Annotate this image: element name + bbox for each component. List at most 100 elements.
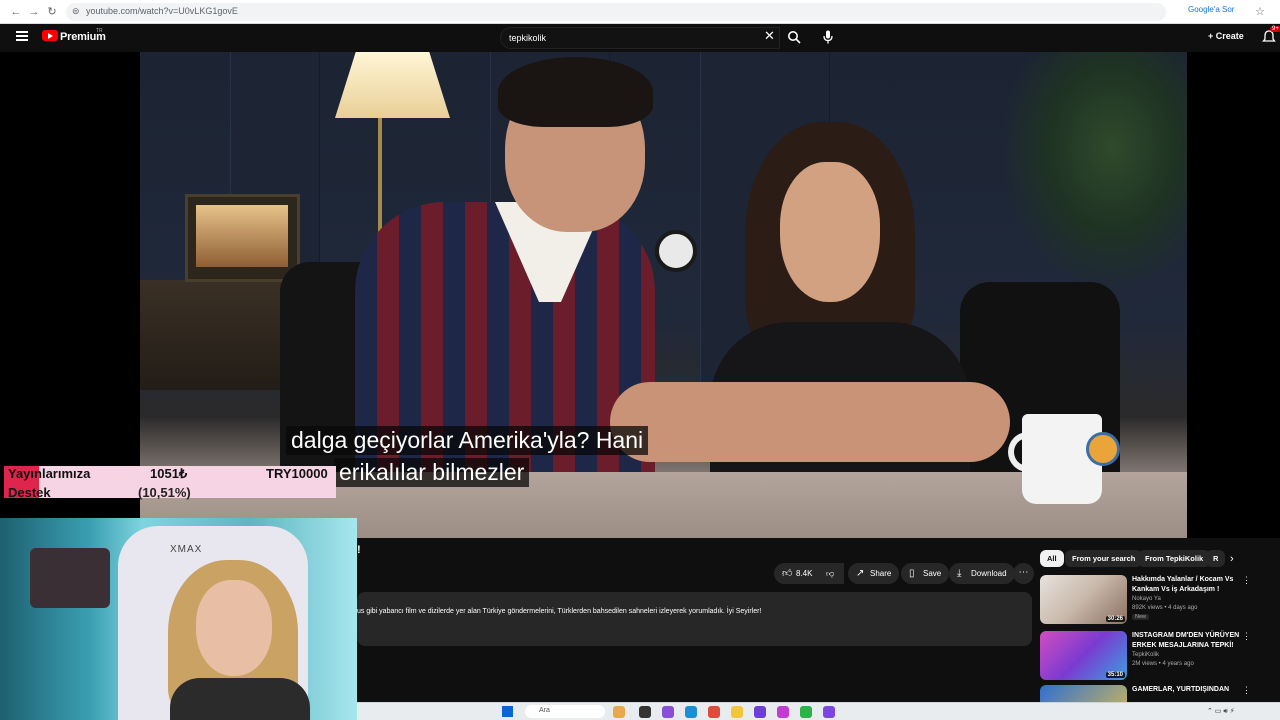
search-input[interactable]: tepkikolik: [500, 27, 780, 49]
new-badge: New: [1132, 614, 1150, 620]
youtube-header: Premium TR tepkikolik ✕ + Create 9+: [0, 24, 1280, 52]
goal-target: TRY10000: [266, 466, 328, 481]
chip-more[interactable]: R: [1206, 550, 1226, 567]
plant: [1000, 52, 1187, 292]
chrome-icon[interactable]: [708, 706, 720, 718]
reload-icon[interactable]: ↻: [44, 4, 60, 20]
goal-percent: (10,51%): [138, 485, 191, 500]
save-label: Save: [923, 569, 942, 578]
share-label: Share: [870, 569, 892, 578]
shelf: [140, 280, 300, 390]
subtitle-line-2: erikalılar bilmezler: [334, 458, 530, 487]
taskbar-app-icon[interactable]: [754, 706, 766, 718]
back-icon[interactable]: ←: [8, 4, 24, 20]
filter-chips: All From your search From TepkiKolik R: [1040, 550, 1280, 568]
dislike-button[interactable]: 👎︎: [820, 563, 844, 584]
channel-name[interactable]: Nokayo Ya: [1132, 596, 1161, 602]
person-hair: [498, 57, 653, 127]
youtube-logo-icon[interactable]: [42, 30, 58, 41]
taskbar-search-placeholder: Ara: [539, 707, 550, 714]
person-face: [780, 162, 880, 302]
clear-search-icon[interactable]: ✕: [764, 29, 775, 43]
url-text: youtube.com/watch?v=U0vLKG1govE: [86, 6, 238, 16]
search-query: tepkikolik: [509, 33, 547, 43]
goal-label-line-1: Yayınlarımıza: [8, 466, 91, 481]
taskbar-app-icon[interactable]: [777, 706, 789, 718]
video-title[interactable]: GAMERLAR, YURTDIŞINDAN: [1132, 685, 1250, 695]
room-furniture: [30, 548, 110, 608]
subtitle-line-1: dalga geçiyorlar Amerika'yla? Hani: [286, 426, 649, 455]
video-meta: 2M views • 4 years ago: [1132, 661, 1194, 667]
thumbs-down-icon: 👎︎: [826, 569, 835, 578]
mug-logo: [1086, 432, 1120, 466]
file-explorer-icon[interactable]: [731, 706, 743, 718]
more-vert-icon[interactable]: ⋮: [1242, 575, 1251, 586]
more-vert-icon[interactable]: ⋮: [1242, 685, 1251, 696]
site-info-icon[interactable]: ⊜: [72, 6, 80, 17]
recommendation-item[interactable]: 30:26 Hakkımda Yalanlar / Kocam Vs Kanka…: [1040, 575, 1280, 627]
system-tray-icons[interactable]: ⌃ ▭ 🔊︎ ⚡︎: [1207, 707, 1235, 716]
download-label: Download: [971, 569, 1007, 578]
video-thumbnail[interactable]: 35:10: [1040, 631, 1127, 680]
bookmark-star-icon[interactable]: ☆: [1252, 4, 1268, 20]
browser-toolbar: ← → ↻ ⊜ youtube.com/watch?v=U0vLKG1govE …: [0, 0, 1280, 24]
video-title[interactable]: Hakkımda Yalanlar / Kocam Vs Kankam Vs i…: [1132, 575, 1250, 595]
address-bar[interactable]: ⊜ youtube.com/watch?v=U0vLKG1govE: [66, 3, 1166, 21]
taskbar-app-icon[interactable]: [662, 706, 674, 718]
more-vert-icon[interactable]: ⋮: [1242, 631, 1251, 642]
taskbar-search-input[interactable]: Ara: [525, 705, 605, 718]
video-duration: 30:26: [1105, 616, 1125, 622]
video-thumbnail[interactable]: 30:26: [1040, 575, 1127, 624]
channel-name[interactable]: TepkiKolik: [1132, 652, 1159, 658]
taskbar-app-icon[interactable]: [613, 706, 625, 718]
video-meta: 892K views • 4 days ago: [1132, 605, 1198, 611]
taskbar-app-icon[interactable]: [639, 706, 651, 718]
goal-amount: 1051₺: [150, 466, 188, 481]
region-code: TR: [96, 28, 103, 34]
description-text: us gibi yabancı film ve dizilerde yer al…: [357, 608, 762, 615]
share-icon: ↗: [856, 568, 865, 579]
streamer-shirt: [170, 678, 310, 720]
chevron-right-icon[interactable]: ›: [1230, 553, 1234, 565]
create-label: Create: [1215, 31, 1244, 41]
chip-from-search[interactable]: From your search: [1065, 550, 1143, 567]
recommendation-item[interactable]: GAMERLAR, YURTDIŞINDAN ⋮: [1040, 685, 1280, 702]
forward-icon[interactable]: →: [26, 4, 42, 20]
download-button[interactable]: ⤓ Download: [949, 563, 1015, 584]
chair-brand-text: XMAX: [170, 544, 203, 555]
description-box[interactable]: us gibi yabancı film ve dizilerde yer al…: [357, 592, 1032, 646]
share-button[interactable]: ↗ Share: [848, 563, 900, 584]
edge-icon[interactable]: [685, 706, 697, 718]
streamer-face: [196, 580, 272, 676]
menu-icon[interactable]: [16, 31, 28, 41]
donation-goal-widget: Yayınlarımıza Destek 1051₺ (10,51%) TRY1…: [4, 466, 336, 500]
create-button[interactable]: + Create: [1208, 31, 1244, 41]
save-button[interactable]: ▯ Save: [901, 563, 950, 584]
taskbar-app-icon[interactable]: [800, 706, 812, 718]
like-count: 8.4K: [796, 569, 813, 578]
chip-from-channel[interactable]: From TepkiKolik: [1138, 550, 1211, 567]
more-actions-button[interactable]: ⋯: [1013, 563, 1034, 584]
microphone-icon[interactable]: [822, 30, 834, 44]
windows-start-icon[interactable]: [502, 706, 513, 717]
download-icon: ⤓: [957, 568, 962, 579]
thumbs-up-icon: 👍︎: [782, 568, 793, 579]
video-title[interactable]: INSTAGRAM DM'DEN YÜRÜYEN ERKEK MESAJLARI…: [1132, 631, 1250, 651]
picture-frame: [185, 194, 300, 282]
taskbar-app-icon[interactable]: [823, 706, 835, 718]
notifications-bell-icon[interactable]: [1262, 30, 1276, 44]
os-taskbar: Ara ⌃ ▭ 🔊︎ ⚡︎: [357, 702, 1280, 720]
google-ask-button[interactable]: Google'a Sor: [1188, 5, 1234, 14]
video-thumbnail[interactable]: [1040, 685, 1127, 702]
goal-label-line-2: Destek: [8, 485, 51, 500]
search-icon[interactable]: [787, 30, 801, 44]
video-title: !: [357, 544, 361, 556]
alarm-clock: [655, 230, 697, 272]
bookmark-icon: ▯: [909, 568, 915, 579]
webcam-overlay: XMAX: [0, 518, 357, 720]
arms: [610, 382, 1010, 462]
lamp-shade: [335, 52, 450, 118]
video-duration: 35:10: [1105, 672, 1125, 678]
recommendation-item[interactable]: 35:10 INSTAGRAM DM'DEN YÜRÜYEN ERKEK MES…: [1040, 631, 1280, 683]
chip-all[interactable]: All: [1040, 550, 1064, 567]
